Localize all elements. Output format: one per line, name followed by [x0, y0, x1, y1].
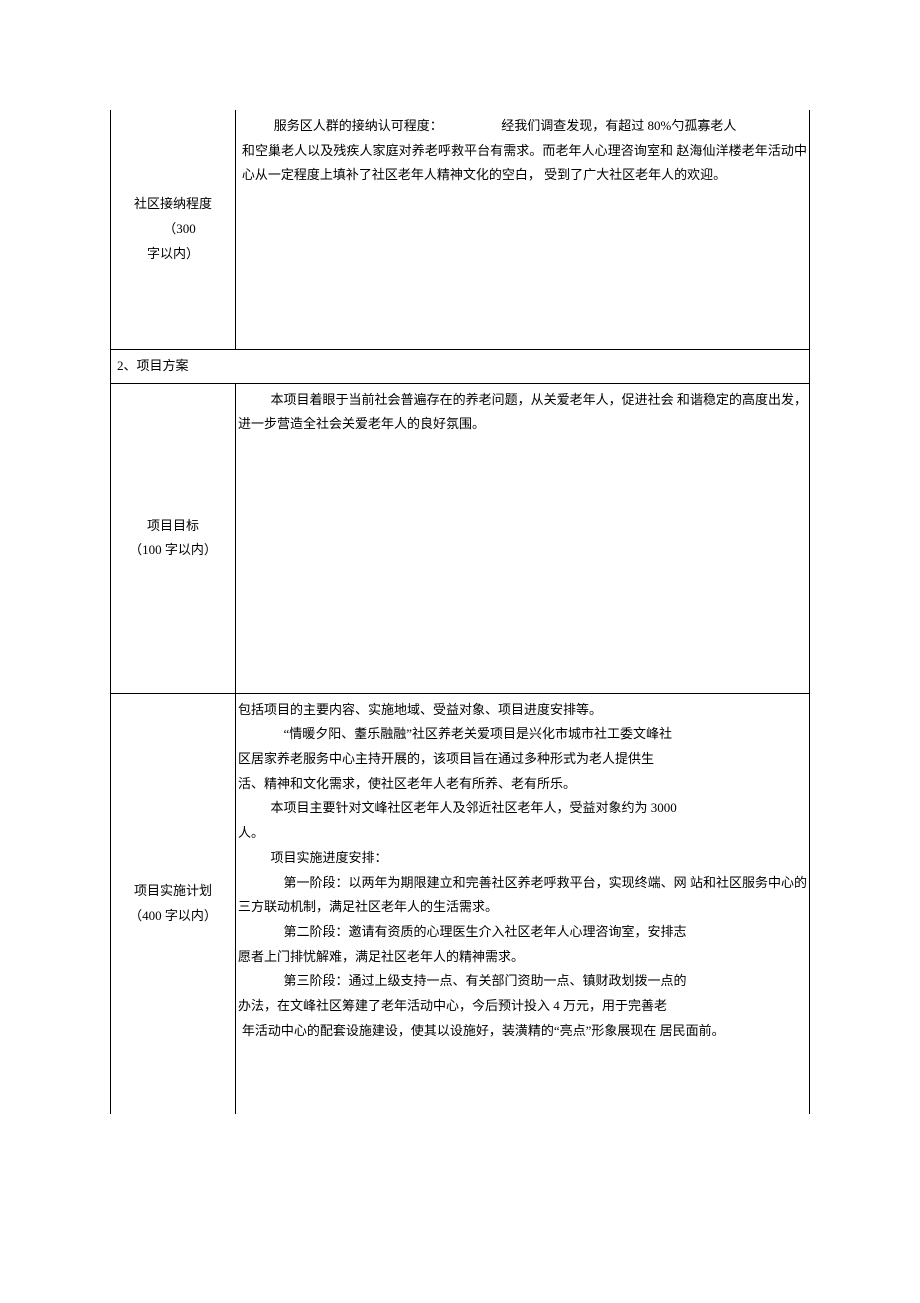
section-header-plan: 2、项目方案	[111, 350, 809, 384]
content-acceptance: 服务区人群的接纳认可程度： 经我们调查发现，有超过 80%勺孤寡老人 和空巢老人…	[236, 110, 809, 349]
section-header-text: 2、项目方案	[117, 358, 189, 373]
label-plan-text1: 项目实施计划	[134, 879, 212, 904]
plan-p7: 项目实施进度安排：	[238, 846, 807, 871]
label-goal-text1: 项目目标	[147, 514, 199, 539]
content-plan: 包括项目的主要内容、实施地域、受益对象、项目进度安排等。 “情暖夕阳、耋乐融融”…	[236, 694, 809, 1114]
content-goal: 本项目着眼于当前社会普遍存在的养老问题，从关爱老年人，促进社会 和谐稳定的高度出…	[236, 384, 809, 693]
acceptance-p2: 和空巢老人以及残疾人家庭对养老呼救平台有需求。而老年人心理咨询室和 赵海仙洋楼老…	[238, 139, 807, 188]
plan-p11: 第三阶段：通过上级支持一点、有关部门资助一点、镇财政划拨一点的	[238, 969, 807, 994]
row-goal: 项目目标 （100 字以内） 本项目着眼于当前社会普遍存在的养老问题，从关爱老年…	[111, 384, 809, 694]
plan-p4: 活、精神和文化需求，使社区老年人老有所养、老有所乐。	[238, 772, 807, 797]
label-goal: 项目目标 （100 字以内）	[111, 384, 236, 693]
plan-p8: 第一阶段：以两年为期限建立和完善社区养老呼救平台，实现终端、网 站和社区服务中心…	[238, 871, 807, 920]
label-acceptance: 社区接纳程度 （300 字以内）	[111, 110, 236, 349]
row-acceptance: 社区接纳程度 （300 字以内） 服务区人群的接纳认可程度： 经我们调查发现，有…	[111, 110, 809, 350]
plan-p10: 愿者上门排忧解难，满足社区老年人的精神需求。	[238, 945, 807, 970]
plan-p13: 年活动中心的配套设施建设，使其以设施好，装潢精的“亮点”形象展现在 居民面前。	[238, 1019, 807, 1044]
label-acceptance-text2: （300	[163, 221, 196, 236]
acceptance-prefix: 服务区人群的接纳认可程度：	[274, 118, 443, 133]
plan-p9: 第二阶段：邀请有资质的心理医生介入社区老年人心理咨询室，安排志	[238, 920, 807, 945]
plan-p2: “情暖夕阳、耋乐融融”社区养老关爱项目是兴化市城市社工委文峰社	[238, 722, 807, 747]
goal-p1: 本项目着眼于当前社会普遍存在的养老问题，从关爱老年人，促进社会 和谐稳定的高度出…	[238, 388, 807, 437]
document-table: 社区接纳程度 （300 字以内） 服务区人群的接纳认可程度： 经我们调查发现，有…	[110, 110, 810, 1114]
row-plan: 项目实施计划 （400 字以内） 包括项目的主要内容、实施地域、受益对象、项目进…	[111, 694, 809, 1114]
plan-p5: 本项目主要针对文峰社区老年人及邻近社区老年人，受益对象约为 3000	[238, 796, 807, 821]
acceptance-suffix: 经我们调查发现，有超过 80%勺孤寡老人	[501, 118, 736, 133]
plan-p12: 办法，在文峰社区筹建了老年活动中心，今后预计投入 4 万元，用于完善老	[238, 994, 807, 1019]
label-plan-text2: （400 字以内）	[129, 904, 217, 929]
label-goal-text2: （100 字以内）	[129, 538, 217, 563]
plan-p6: 人。	[238, 821, 807, 846]
plan-p3: 区居家养老服务中心主持开展的，该项目旨在通过多种形式为老人提供生	[238, 747, 807, 772]
label-acceptance-text3: 字以内）	[147, 242, 199, 267]
label-plan: 项目实施计划 （400 字以内）	[111, 694, 236, 1114]
label-acceptance-text1: 社区接纳程度	[134, 196, 212, 211]
plan-p1: 包括项目的主要内容、实施地域、受益对象、项目进度安排等。	[238, 698, 807, 723]
